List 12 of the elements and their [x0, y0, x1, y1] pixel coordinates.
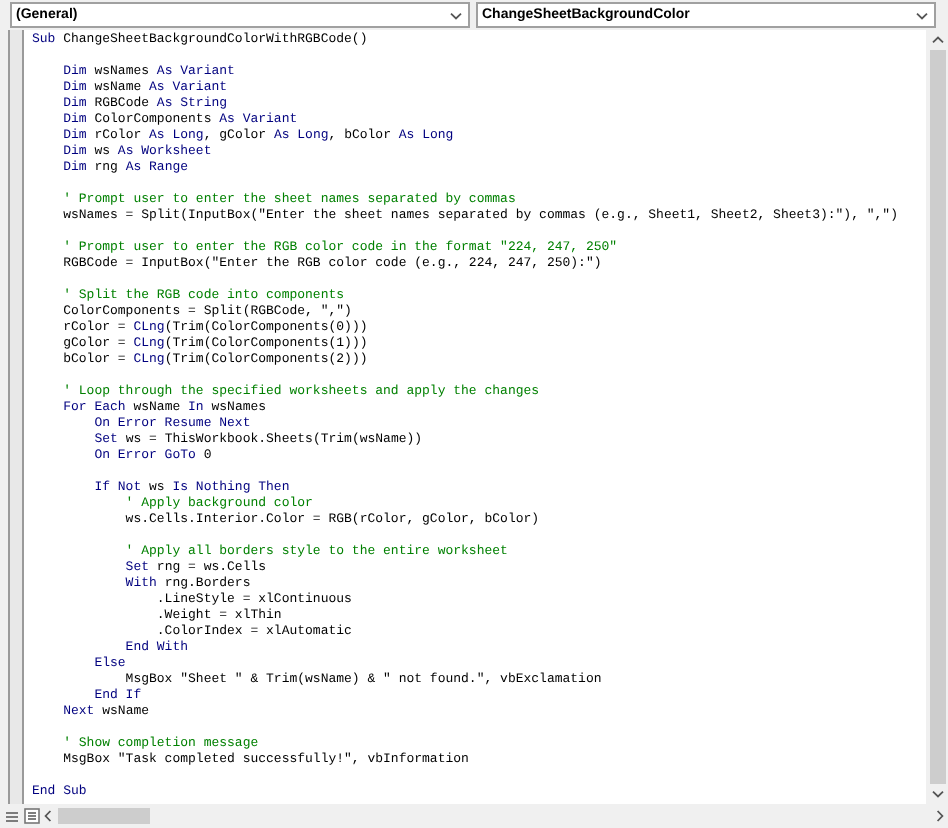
scroll-down-icon[interactable]	[931, 790, 943, 798]
full-module-view-icon[interactable]	[24, 808, 40, 824]
chevron-down-icon[interactable]	[916, 11, 928, 19]
scroll-up-icon[interactable]	[931, 36, 943, 44]
scrollbar-thumb[interactable]	[929, 50, 945, 784]
procedure-view-icon[interactable]	[4, 809, 20, 823]
scroll-right-icon	[936, 810, 944, 822]
horizontal-scrollbar[interactable]	[44, 806, 944, 826]
chevron-down-icon[interactable]	[450, 11, 462, 19]
scroll-left-icon	[44, 810, 52, 822]
scrollbar-thumb[interactable]	[58, 808, 150, 824]
vertical-scrollbar[interactable]	[926, 30, 948, 804]
